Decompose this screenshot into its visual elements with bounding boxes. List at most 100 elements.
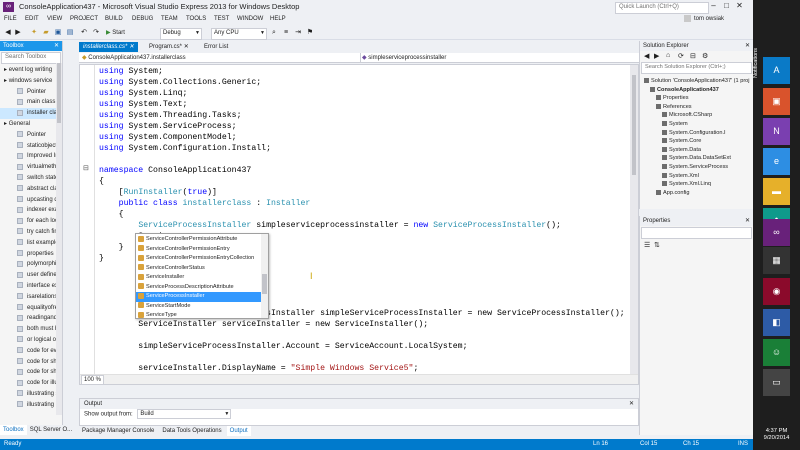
scrollbar-thumb[interactable] <box>57 63 61 123</box>
close-icon[interactable]: ✕ <box>54 41 59 51</box>
save-icon[interactable]: ▣ <box>54 29 62 37</box>
menu-file[interactable]: FILE <box>4 16 17 22</box>
menu-test[interactable]: TEST <box>214 16 229 22</box>
redo-icon[interactable]: ↷ <box>92 29 100 37</box>
editor-horizontal-scrollbar[interactable]: 100 % <box>80 374 638 385</box>
code-line[interactable]: } <box>99 253 104 264</box>
save-all-icon[interactable]: ▤ <box>66 29 74 37</box>
toolbox-item[interactable]: Pointer <box>0 130 62 141</box>
code-line[interactable]: using System.Configuration.Install; <box>99 143 271 154</box>
code-line[interactable]: using System.Threading.Tasks; <box>99 110 242 121</box>
configuration-dropdown[interactable]: Debug ▼ <box>160 28 202 40</box>
properties-object-dropdown[interactable] <box>641 227 752 239</box>
menu-window[interactable]: WINDOW <box>237 16 263 22</box>
tab-toolbox[interactable]: Toolbox <box>0 425 27 435</box>
menu-build[interactable]: BUILD <box>105 16 123 22</box>
intellisense-item[interactable]: ServiceInstaller <box>136 273 262 283</box>
properties-icon[interactable]: ⚙ <box>702 52 708 60</box>
scrollbar-thumb[interactable] <box>262 274 267 294</box>
solution-explorer-search-input[interactable]: Search Solution Explorer (Ctrl+;) <box>641 62 752 74</box>
quick-launch-input[interactable]: Quick Launch (Ctrl+Q) <box>615 2 709 14</box>
toolbox-group[interactable]: ▸ windows service <box>0 76 62 87</box>
toolbox-search-input[interactable]: Search Toolbox <box>1 52 61 64</box>
code-line[interactable]: using System; <box>99 66 163 77</box>
toolbox-item[interactable]: illustrating s... <box>0 389 62 400</box>
user-account[interactable]: tom owsiak <box>684 15 724 22</box>
solution-tree-item[interactable]: System.Xml.Linq <box>662 180 711 189</box>
solution-tree-item[interactable]: System.Core <box>662 137 701 146</box>
code-line[interactable]: serviceInstaller.DisplayName = "Simple W… <box>99 363 418 374</box>
intellisense-item[interactable]: ServiceType <box>136 311 262 321</box>
find-icon[interactable]: ⌕ <box>270 29 278 37</box>
store-icon[interactable]: A <box>763 57 790 84</box>
zoom-level[interactable]: 100 % <box>81 375 105 385</box>
toolbox-item[interactable]: staticobject... <box>0 141 62 152</box>
solution-tree-item[interactable]: System <box>662 120 688 129</box>
code-line[interactable]: ServiceProcessInstaller simpleservicepro… <box>99 220 561 231</box>
close-icon[interactable]: ✕ <box>629 399 634 409</box>
code-line[interactable]: using System.Text; <box>99 99 187 110</box>
toolbox-item[interactable]: try catch fin... <box>0 227 62 238</box>
screen-recorder-icon[interactable]: ▦ <box>763 247 790 274</box>
close-icon[interactable]: ✕ <box>184 44 189 50</box>
toolbox-item[interactable]: user defined... <box>0 270 62 281</box>
bookmark-icon[interactable]: ⚑ <box>306 29 314 37</box>
code-line[interactable]: { <box>99 209 124 220</box>
intellisense-item[interactable]: ServiceProcessInstaller <box>136 292 262 302</box>
code-line[interactable]: ServiceInstaller serviceInstaller = new … <box>99 319 428 330</box>
menu-help[interactable]: HELP <box>270 16 286 22</box>
toolbox-item[interactable]: code for sh... <box>0 357 62 368</box>
code-line[interactable]: public class installerclass : Installer <box>99 198 311 209</box>
tab-program[interactable]: Program.cs* ✕ <box>145 42 193 52</box>
toolbox-item[interactable]: polymorphi... <box>0 259 62 270</box>
back-arrow-icon[interactable]: ◀ <box>4 29 12 37</box>
green-app-icon[interactable]: ☺ <box>763 339 790 366</box>
intellisense-item[interactable]: ServiceControllerStatus <box>136 264 262 274</box>
toolbox-item[interactable]: interface ex... <box>0 281 62 292</box>
toolbox-item[interactable]: main class <box>0 97 62 108</box>
code-line[interactable]: using System.Linq; <box>99 88 187 99</box>
solution-tree-item[interactable]: System.Data.DataSetExt <box>662 154 731 163</box>
toolbox-item[interactable]: Improved In... <box>0 151 62 162</box>
toolbox-item[interactable]: list example <box>0 238 62 249</box>
onenote-icon[interactable]: N <box>763 118 790 145</box>
menu-project[interactable]: PROJECT <box>70 16 98 22</box>
solution-tree-item[interactable]: Solution 'ConsoleApplication437' (1 proj <box>644 77 750 86</box>
forward-arrow-icon[interactable]: ▶ <box>654 52 659 60</box>
toolbox-item[interactable]: or logical o... <box>0 335 62 346</box>
intellisense-item[interactable]: ServiceControllerPermissionEntryCollecti… <box>136 254 262 264</box>
toolbox-item[interactable]: abstract clas... <box>0 184 62 195</box>
code-line[interactable]: using System.ServiceProcess; <box>99 121 237 132</box>
intellisense-item[interactable]: ServiceControllerPermissionEntry <box>136 245 262 255</box>
intellisense-item[interactable]: ServiceControllerPermissionAttribute <box>136 235 262 245</box>
file-explorer-icon[interactable]: ▬ <box>763 178 790 205</box>
home-icon[interactable]: ⌂ <box>666 52 670 59</box>
desktop-icon[interactable]: ▭ <box>763 369 790 396</box>
minimize-button[interactable]: – <box>707 1 720 10</box>
close-icon[interactable]: ✕ <box>745 216 750 226</box>
tab-output[interactable]: Output <box>226 426 251 436</box>
collapse-icon[interactable]: ⊟ <box>83 164 89 172</box>
solution-tree-item[interactable]: Microsoft.CSharp <box>662 111 712 120</box>
red-app-icon[interactable]: ◉ <box>763 278 790 305</box>
comment-icon[interactable]: ≡ <box>282 29 290 37</box>
menu-team[interactable]: TEAM <box>161 16 178 22</box>
code-line[interactable]: [RunInstaller(true)] <box>99 187 217 198</box>
toolbox-item[interactable]: upcasting d... <box>0 195 62 206</box>
tab-error-list[interactable]: Error List <box>200 42 232 52</box>
toolbox-item[interactable]: illustrating ... <box>0 400 62 411</box>
member-dropdown[interactable]: ◆ simpleserviceprocessinstaller <box>359 53 640 63</box>
collapse-all-icon[interactable]: ⊟ <box>690 52 696 60</box>
editor-vertical-scrollbar[interactable] <box>630 65 638 377</box>
menu-tools[interactable]: TOOLS <box>186 16 206 22</box>
platform-dropdown[interactable]: Any CPU ▼ <box>211 28 267 40</box>
menu-view[interactable]: VIEW <box>47 16 62 22</box>
windows-app-icon[interactable]: ◧ <box>763 309 790 336</box>
code-editor[interactable]: ⊟ using System; using System.Collections.… <box>79 64 639 385</box>
office-icon[interactable]: ▣ <box>763 88 790 115</box>
menu-edit[interactable]: EDIT <box>25 16 39 22</box>
toolbox-item[interactable]: installer class <box>0 108 62 119</box>
alphabetical-icon[interactable]: ⇅ <box>654 241 660 249</box>
maximize-button[interactable]: □ <box>720 1 733 10</box>
start-button[interactable]: ▶ Start <box>106 28 125 38</box>
